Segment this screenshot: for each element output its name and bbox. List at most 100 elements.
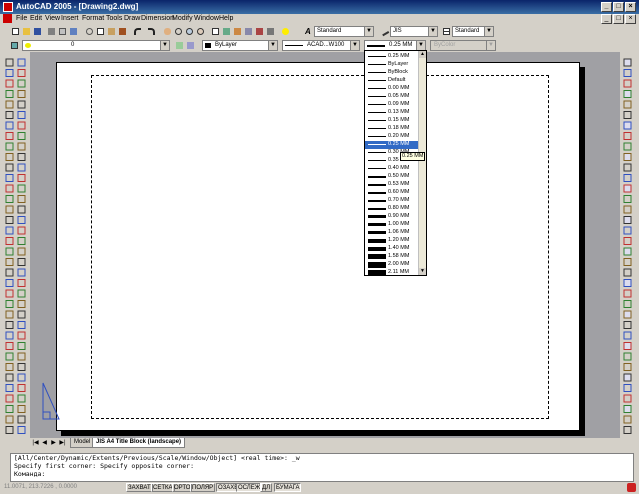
line-icon[interactable] xyxy=(5,258,14,266)
point-icon[interactable] xyxy=(17,394,26,403)
line-icon[interactable] xyxy=(17,58,26,67)
scroll-down-arrow-icon[interactable]: ▼ xyxy=(419,268,426,275)
tab-model[interactable]: Model xyxy=(70,438,95,448)
polygon-icon[interactable] xyxy=(17,289,26,298)
lineweight-dropdown-list[interactable]: 0.25 MM ByLayer ByBlock Default 0.00 MM 0.05 … xyxy=(364,50,427,276)
status-toggle-button[interactable]: ОСЛЕЖ xyxy=(236,483,263,492)
hatch-icon[interactable] xyxy=(5,405,14,413)
save-icon[interactable] xyxy=(32,26,42,36)
rectangle-icon[interactable] xyxy=(17,300,26,308)
stretch-icon[interactable] xyxy=(623,310,632,319)
multiline-text-icon[interactable] xyxy=(17,247,26,256)
tool-palettes-icon[interactable] xyxy=(232,26,242,36)
open-icon[interactable] xyxy=(21,26,31,36)
lineweight-option[interactable]: 0.15 MM xyxy=(365,117,418,125)
pan-icon[interactable] xyxy=(162,26,172,36)
color-select[interactable]: ByLayer ▼ xyxy=(202,40,278,51)
ellipse-arc-icon[interactable] xyxy=(17,163,26,172)
layer-previous-icon[interactable] xyxy=(185,40,195,50)
point-icon[interactable] xyxy=(5,394,14,403)
spline-icon[interactable] xyxy=(17,142,26,151)
erase-icon[interactable] xyxy=(623,226,632,235)
polyline-icon[interactable] xyxy=(5,79,14,88)
trim-icon[interactable] xyxy=(623,321,632,329)
undo-icon[interactable] xyxy=(132,26,142,36)
lineweight-option[interactable]: 2.11 MM xyxy=(365,269,418,277)
table-icon[interactable] xyxy=(5,237,14,245)
autocad-app-icon[interactable] xyxy=(3,2,13,12)
redo-icon[interactable] xyxy=(146,26,156,36)
last-tab-icon[interactable]: ▶| xyxy=(59,439,66,447)
close-button[interactable]: × xyxy=(625,2,636,12)
paste-icon[interactable] xyxy=(106,26,116,36)
fillet-icon[interactable] xyxy=(623,373,632,382)
lineweight-option[interactable]: 0.60 MM xyxy=(365,189,418,197)
command-prompt[interactable]: Команда: xyxy=(14,470,633,478)
spline-icon[interactable] xyxy=(17,342,26,350)
status-toggle-button[interactable]: ЗАХВАТ xyxy=(126,483,153,492)
communication-center-icon[interactable] xyxy=(627,483,636,492)
help-icon[interactable] xyxy=(280,26,290,36)
table-style-icon[interactable] xyxy=(441,26,451,36)
make-current-layer-icon[interactable] xyxy=(174,40,184,50)
spline-icon[interactable] xyxy=(5,342,14,350)
revision-cloud-icon[interactable] xyxy=(17,132,26,140)
region-icon[interactable] xyxy=(17,426,26,434)
rotate-icon[interactable] xyxy=(623,289,632,298)
dim-style-select[interactable]: JIS ▼ xyxy=(390,26,438,37)
menu-draw[interactable]: Draw xyxy=(124,15,140,22)
lineweight-option[interactable]: 0.50 MM xyxy=(365,173,418,181)
construction-line-icon[interactable] xyxy=(5,69,14,77)
properties-icon[interactable] xyxy=(210,26,220,36)
command-window[interactable]: [All/Center/Dynamic/Extents/Previous/Sca… xyxy=(10,453,634,482)
lineweight-option[interactable]: 0.40 MM xyxy=(365,165,418,173)
cut-icon[interactable] xyxy=(84,26,94,36)
menu-dimension[interactable]: Dimension xyxy=(141,15,174,22)
mirror-icon[interactable] xyxy=(623,247,632,256)
zoom-realtime-icon[interactable] xyxy=(173,26,183,36)
lineweight-option[interactable]: Default xyxy=(365,77,418,85)
polyline-icon[interactable] xyxy=(17,79,26,88)
lineweight-option[interactable]: 0.25 MM xyxy=(365,53,418,61)
line-icon[interactable] xyxy=(5,58,14,67)
circle-icon[interactable] xyxy=(17,121,26,130)
doc-restore-button[interactable]: □ xyxy=(613,14,624,24)
circle-icon[interactable] xyxy=(5,321,14,329)
region-icon[interactable] xyxy=(17,226,26,235)
construction-line-icon[interactable] xyxy=(17,268,26,277)
lineweight-option[interactable]: 2.00 MM xyxy=(365,261,418,269)
minimize-button[interactable]: _ xyxy=(601,2,612,12)
menu-window[interactable]: Window xyxy=(194,15,219,22)
lineweight-option[interactable]: 1.00 MM xyxy=(365,221,418,229)
mirror-icon[interactable] xyxy=(623,415,632,424)
explode-icon[interactable] xyxy=(623,216,632,224)
offset-icon[interactable] xyxy=(623,426,632,434)
lineweight-option[interactable]: 0.05 MM xyxy=(365,93,418,101)
join-icon[interactable] xyxy=(623,184,632,193)
lineweight-option[interactable]: 0.25 MM xyxy=(365,141,418,149)
lineweight-option[interactable]: 0.18 MM xyxy=(365,125,418,133)
layer-manager-icon[interactable] xyxy=(9,40,19,50)
insert-block-icon[interactable] xyxy=(17,373,26,382)
extend-icon[interactable] xyxy=(623,163,632,172)
mirror-icon[interactable] xyxy=(623,79,632,88)
lineweight-option[interactable]: 0.13 MM xyxy=(365,109,418,117)
menu-format[interactable]: Format xyxy=(82,15,104,22)
revision-cloud-icon[interactable] xyxy=(5,132,14,140)
polygon-icon[interactable] xyxy=(17,90,26,98)
arc-icon[interactable] xyxy=(17,310,26,319)
copy-icon[interactable] xyxy=(623,237,632,245)
scale-icon[interactable] xyxy=(623,300,632,308)
rectangle-icon[interactable] xyxy=(5,300,14,308)
arc-icon[interactable] xyxy=(5,111,14,119)
line-icon[interactable] xyxy=(17,258,26,266)
gradient-icon[interactable] xyxy=(5,415,14,424)
construction-line-icon[interactable] xyxy=(5,268,14,277)
lineweight-option[interactable]: ByLayer xyxy=(365,61,418,69)
break-icon[interactable] xyxy=(623,342,632,350)
arc-icon[interactable] xyxy=(17,111,26,119)
status-toggle-button[interactable]: ПОЛЯР xyxy=(190,483,216,492)
dim-style-icon[interactable] xyxy=(379,26,390,37)
next-tab-icon[interactable]: ▶ xyxy=(50,439,57,447)
revision-cloud-icon[interactable] xyxy=(17,331,26,340)
